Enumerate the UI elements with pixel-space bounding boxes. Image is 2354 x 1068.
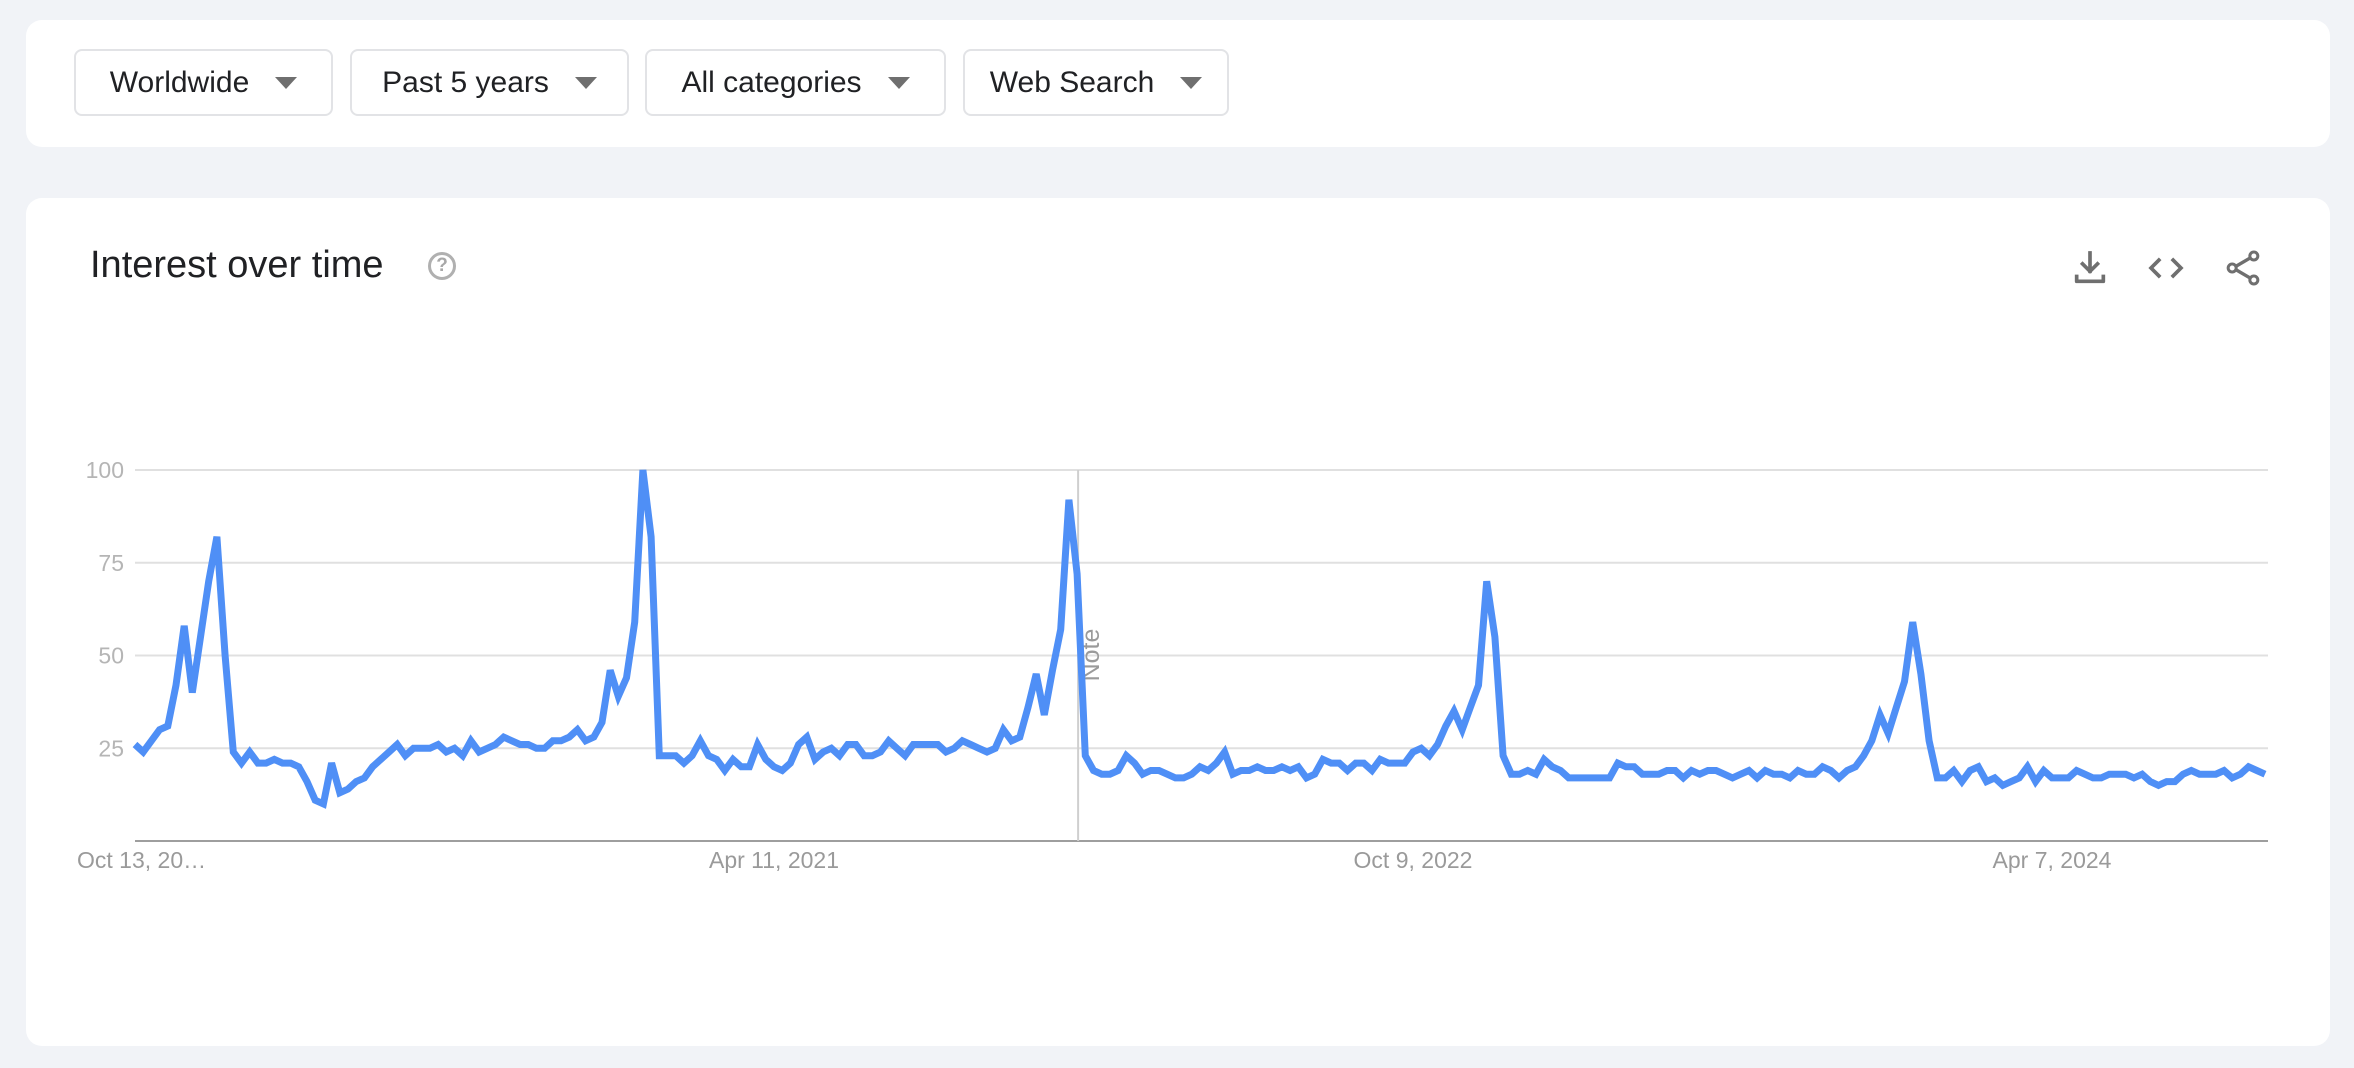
- x-axis-ticks: Oct 13, 20… Apr 11, 2021 Oct 9, 2022 Apr 7,…: [77, 847, 2112, 873]
- y-axis-ticks: 100 75 50 25: [86, 457, 124, 761]
- x-tick-label: Oct 9, 2022: [1354, 847, 1473, 873]
- y-tick-label: 50: [98, 643, 124, 669]
- y-tick-label: 25: [98, 735, 124, 761]
- grid-lines: [135, 469, 2268, 750]
- y-tick-label: 100: [86, 457, 124, 483]
- y-tick-label: 75: [98, 550, 124, 576]
- x-tick-label: Oct 13, 20…: [77, 847, 206, 873]
- interest-series-line[interactable]: [132, 469, 2267, 809]
- x-tick-label: Apr 7, 2024: [1993, 847, 2112, 873]
- x-tick-label: Apr 11, 2021: [709, 847, 839, 873]
- interest-line-chart: 100755025 Note Oct 13, 20… Apr 11, 2021 Oc…: [77, 457, 2268, 873]
